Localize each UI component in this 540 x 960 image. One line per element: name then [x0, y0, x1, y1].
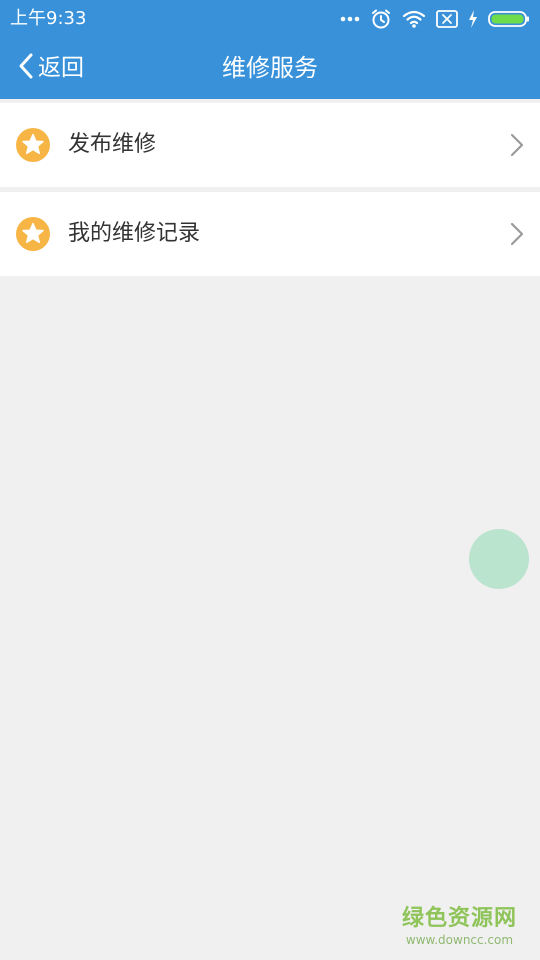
floating-action-button[interactable] [469, 529, 529, 589]
charging-icon [468, 10, 478, 28]
chevron-right-icon [510, 222, 524, 250]
menu-item-repair-records[interactable]: 我的维修记录 [0, 192, 540, 276]
watermark-url: www.downcc.com [405, 933, 514, 947]
watermark-name: 绿色资源网 [401, 906, 517, 931]
battery-icon [488, 10, 530, 28]
status-time: 上午9:33 [10, 8, 87, 29]
star-icon [16, 128, 50, 162]
menu-item-label: 发布维修 [68, 132, 157, 157]
title-bar: 返回 维修服务 [0, 38, 540, 99]
alarm-icon [370, 8, 392, 30]
no-sim-icon [436, 10, 458, 28]
status-icons [340, 7, 530, 31]
more-dots-icon [340, 16, 360, 22]
page-title: 维修服务 [222, 54, 318, 82]
wifi-icon [402, 9, 426, 29]
chevron-right-icon [510, 133, 524, 161]
menu-item-label: 我的维修记录 [68, 221, 201, 246]
status-bar: 上午9:33 [0, 0, 540, 38]
menu-item-publish-repair[interactable]: 发布维修 [0, 103, 540, 187]
watermark: 绿色资源网 www.downcc.com [402, 906, 517, 948]
star-icon [16, 217, 50, 251]
